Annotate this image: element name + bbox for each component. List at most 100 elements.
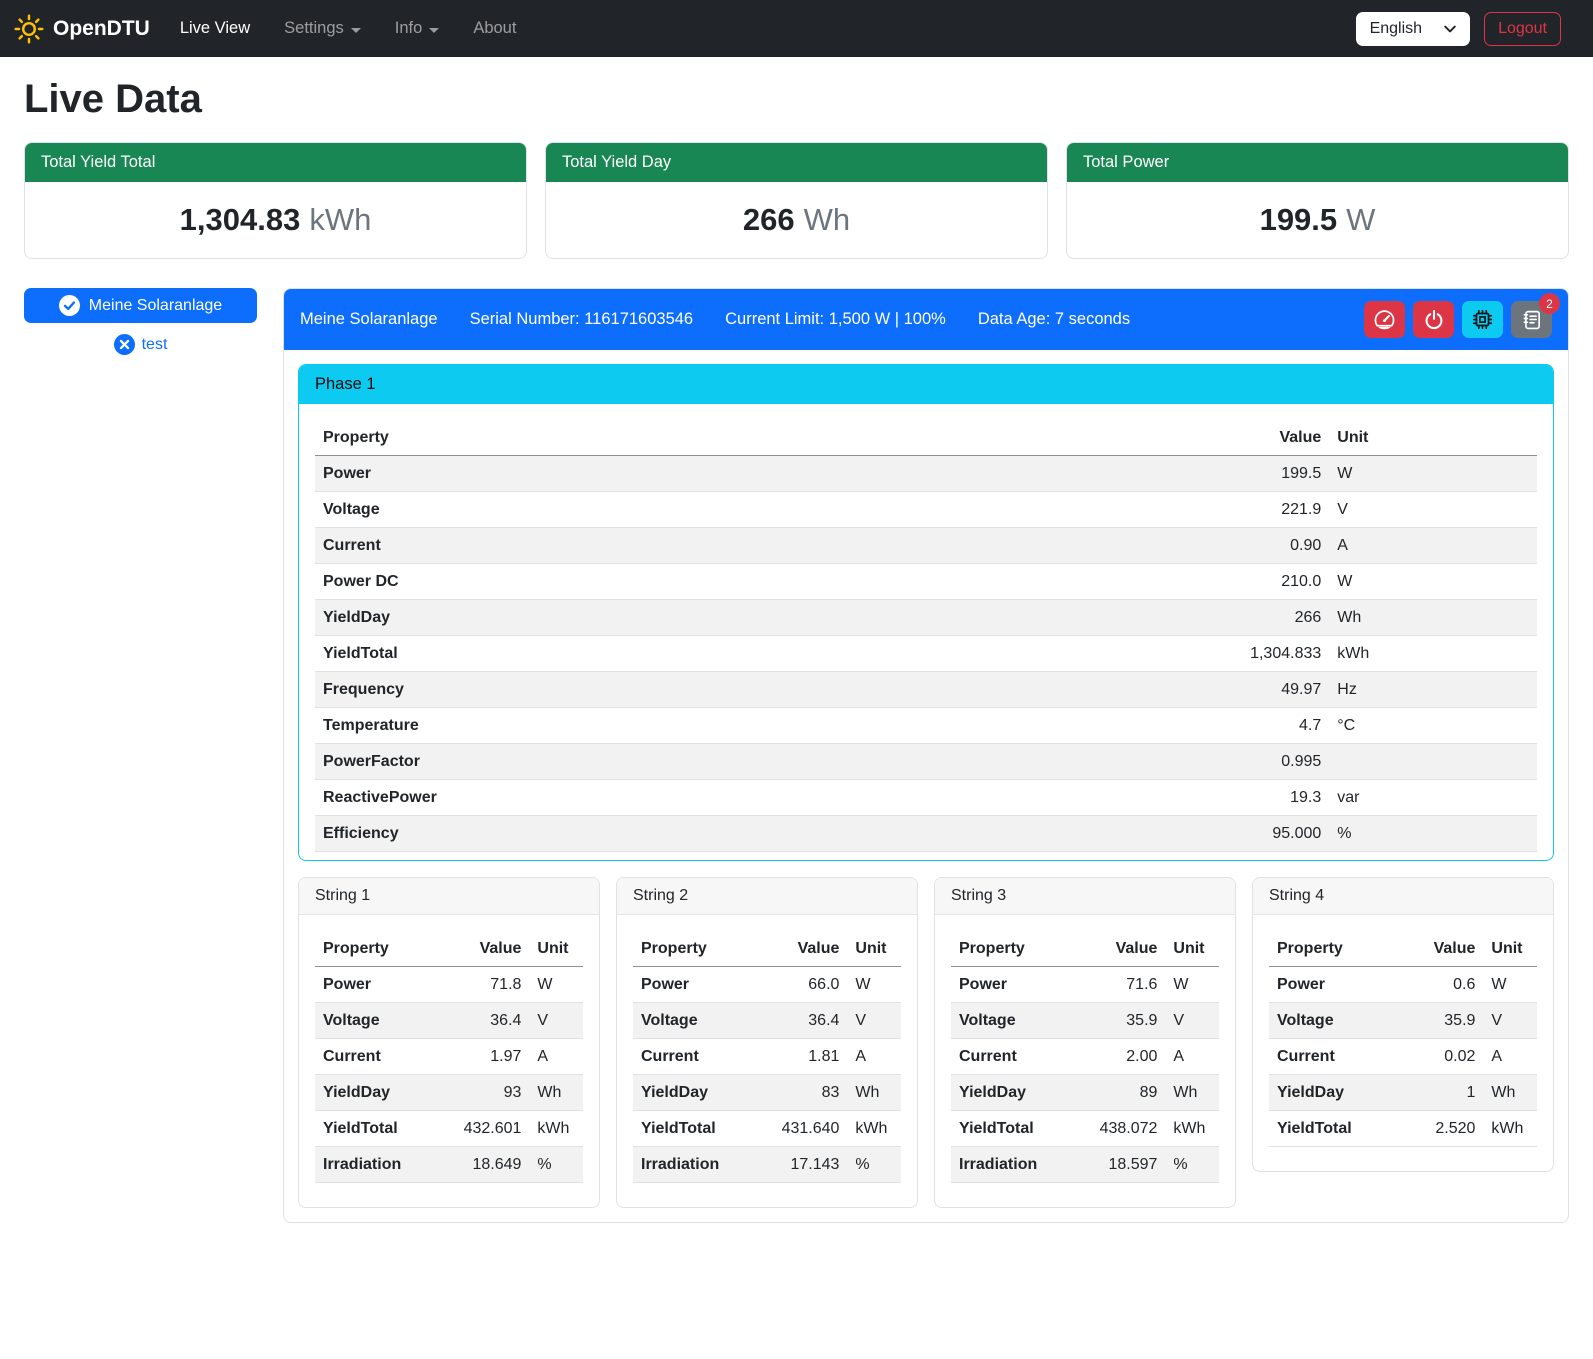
string-title: String 1 (299, 878, 599, 915)
inverter-header: Meine Solaranlage Serial Number: 1161716… (284, 289, 1568, 350)
journal-icon (1521, 309, 1543, 331)
unit-cell: V (529, 1003, 583, 1039)
nav-item-info[interactable]: Info (395, 19, 440, 38)
property-cell: Voltage (1269, 1003, 1400, 1039)
unit-cell: W (1165, 967, 1219, 1003)
table-row: Current0.02A (1269, 1039, 1537, 1075)
table-row: PowerFactor0.995 (315, 744, 1537, 780)
value-cell: 36.4 (764, 1003, 847, 1039)
column-value: Value (764, 931, 847, 967)
language-select[interactable]: English (1356, 12, 1470, 46)
value-cell: 1.81 (764, 1039, 847, 1075)
table-row: Power199.5W (315, 456, 1537, 492)
power-button[interactable] (1413, 301, 1454, 338)
card-value: 1,304.83 (180, 202, 301, 238)
x-circle-icon (114, 334, 135, 355)
value-cell: 221.9 (1170, 492, 1329, 528)
value-cell: 0.6 (1400, 967, 1483, 1003)
table-header-row: Property Value Unit (1269, 931, 1537, 967)
device-info-button[interactable] (1462, 301, 1503, 338)
table-row: Voltage221.9V (315, 492, 1537, 528)
value-cell: 4.7 (1170, 708, 1329, 744)
unit-cell (1329, 744, 1537, 780)
unit-cell: Wh (847, 1075, 901, 1111)
card-unit: W (1346, 202, 1375, 238)
string-4-card: String 4 Property Value Unit (1252, 877, 1554, 1172)
property-cell: Power (1269, 967, 1400, 1003)
table-row: YieldDay83Wh (633, 1075, 901, 1111)
property-cell: Efficiency (315, 816, 1170, 852)
inverter-button-selected[interactable]: Meine Solaranlage (24, 288, 257, 323)
property-cell: Power (315, 456, 1170, 492)
property-cell: Temperature (315, 708, 1170, 744)
limit-settings-button[interactable] (1364, 301, 1405, 338)
inverter-button-test[interactable]: test (24, 334, 257, 355)
value-cell: 66.0 (764, 967, 847, 1003)
unit-cell: A (529, 1039, 583, 1075)
value-cell: 0.02 (1400, 1039, 1483, 1075)
value-cell: 18.597 (1082, 1147, 1165, 1183)
unit-cell: V (847, 1003, 901, 1039)
unit-cell: % (1165, 1147, 1219, 1183)
table-row: Power71.8W (315, 967, 583, 1003)
column-property: Property (1269, 931, 1400, 967)
unit-cell: Wh (1329, 600, 1537, 636)
property-cell: Power (315, 967, 446, 1003)
property-cell: Irradiation (951, 1147, 1082, 1183)
nav-item-settings[interactable]: Settings (284, 19, 361, 38)
table-row: Power DC210.0W (315, 564, 1537, 600)
unit-cell: var (1329, 780, 1537, 816)
unit-cell: W (847, 967, 901, 1003)
property-cell: Frequency (315, 672, 1170, 708)
value-cell: 1,304.833 (1170, 636, 1329, 672)
table-row: YieldDay93Wh (315, 1075, 583, 1111)
string-4-table: Property Value Unit Power0.6WVoltage35.9… (1269, 931, 1537, 1147)
card-header: Total Power (1067, 143, 1568, 182)
property-cell: Power DC (315, 564, 1170, 600)
unit-cell: kWh (1329, 636, 1537, 672)
unit-cell: % (847, 1147, 901, 1183)
table-row: Voltage36.4V (633, 1003, 901, 1039)
unit-cell: A (1329, 528, 1537, 564)
table-row: Current1.97A (315, 1039, 583, 1075)
value-cell: 93 (446, 1075, 529, 1111)
property-cell: Irradiation (315, 1147, 446, 1183)
brand[interactable]: OpenDTU (14, 14, 150, 44)
property-cell: YieldDay (633, 1075, 764, 1111)
value-cell: 432.601 (446, 1111, 529, 1147)
column-property: Property (315, 931, 446, 967)
nav-item-live-view[interactable]: Live View (180, 19, 250, 38)
property-cell: YieldDay (315, 1075, 446, 1111)
property-cell: Current (315, 528, 1170, 564)
value-cell: 1.97 (446, 1039, 529, 1075)
unit-cell: W (529, 967, 583, 1003)
property-cell: YieldTotal (951, 1111, 1082, 1147)
string-2-table: Property Value Unit Power66.0WVoltage36.… (633, 931, 901, 1183)
unit-cell: kWh (847, 1111, 901, 1147)
nav-item-about[interactable]: About (473, 19, 516, 38)
column-unit: Unit (529, 931, 583, 967)
table-row: YieldTotal1,304.833kWh (315, 636, 1537, 672)
value-cell: 71.6 (1082, 967, 1165, 1003)
value-cell: 36.4 (446, 1003, 529, 1039)
string-title: String 3 (935, 878, 1235, 915)
table-row: Voltage36.4V (315, 1003, 583, 1039)
language-value: English (1370, 20, 1422, 38)
property-cell: YieldTotal (315, 636, 1170, 672)
property-cell: Current (951, 1039, 1082, 1075)
unit-cell: V (1165, 1003, 1219, 1039)
column-value: Value (446, 931, 529, 967)
property-cell: YieldDay (951, 1075, 1082, 1111)
table-row: YieldDay89Wh (951, 1075, 1219, 1111)
column-property: Property (951, 931, 1082, 967)
value-cell: 199.5 (1170, 456, 1329, 492)
table-row: Power66.0W (633, 967, 901, 1003)
event-log-button[interactable]: 2 (1511, 301, 1552, 338)
event-count-badge: 2 (1539, 293, 1560, 314)
cpu-icon (1471, 308, 1494, 331)
table-row: Irradiation18.597% (951, 1147, 1219, 1183)
logout-button[interactable]: Logout (1484, 12, 1561, 46)
string-3-card: String 3 Property Value Unit (934, 877, 1236, 1208)
unit-cell: V (1329, 492, 1537, 528)
nav-links: Live View Settings Info About (180, 19, 517, 38)
